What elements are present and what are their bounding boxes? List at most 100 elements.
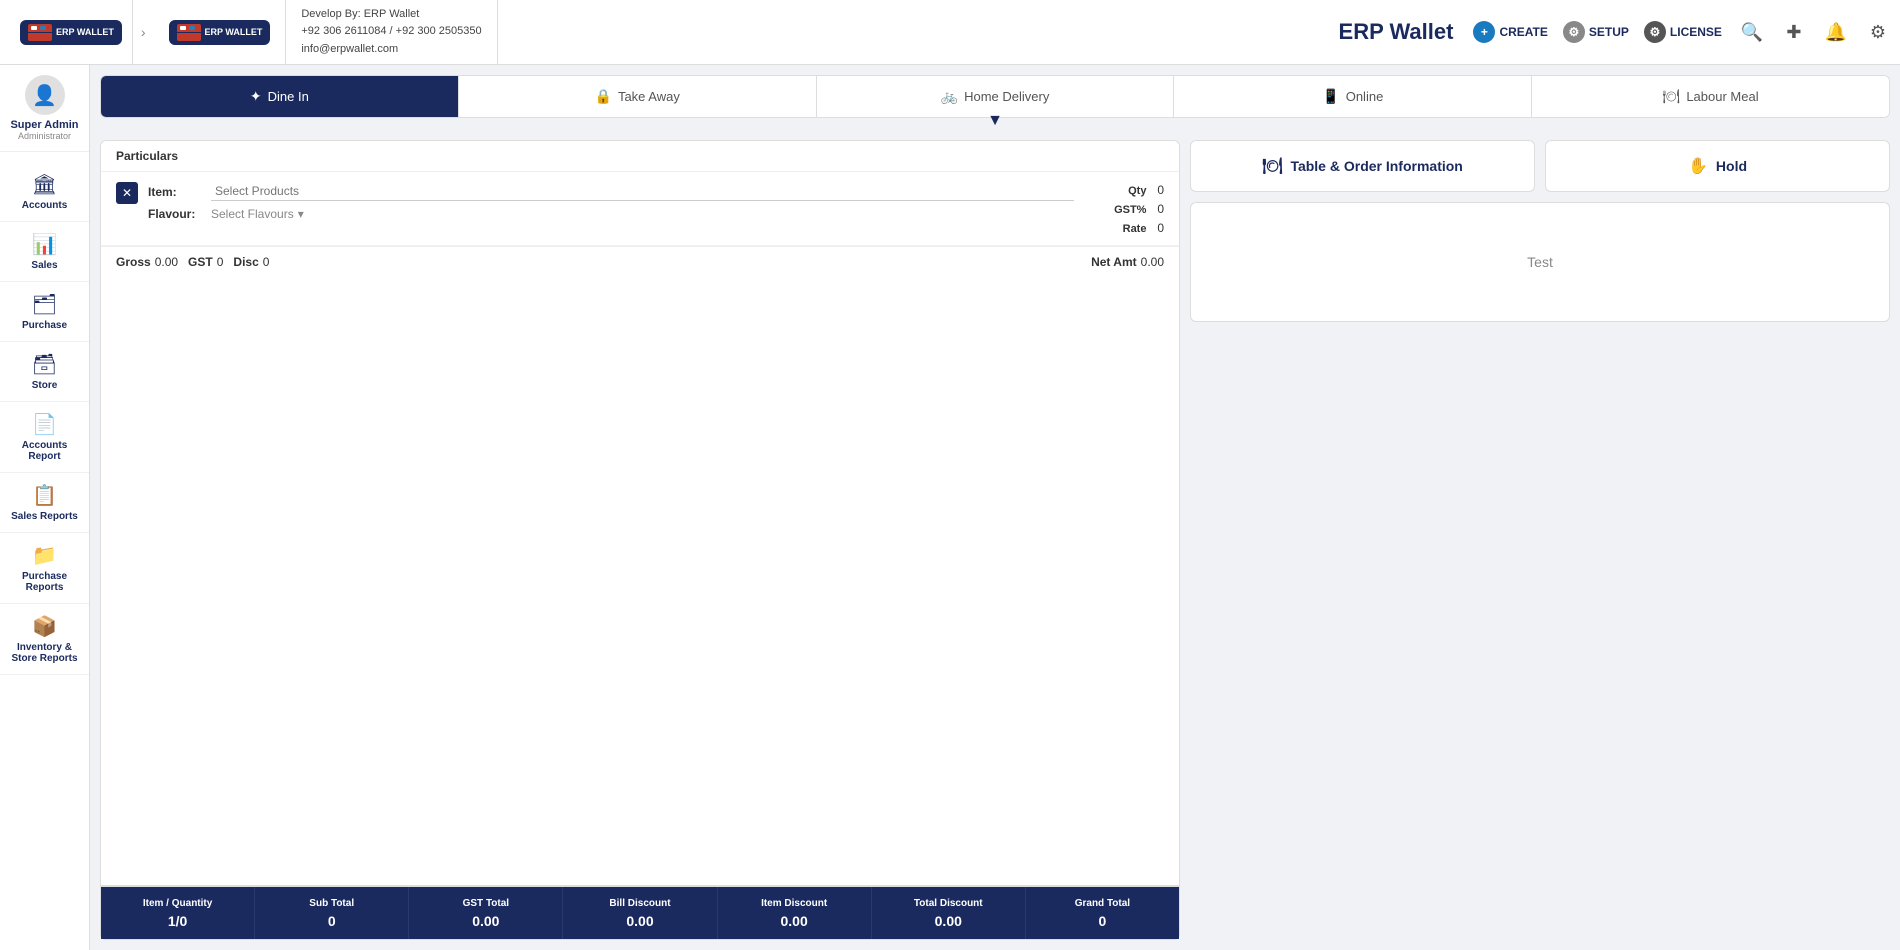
summary-item-item-discount[interactable]: Item Discount 0.00 [718, 887, 872, 939]
main-logo-box: ERP WALLET [169, 20, 271, 45]
license-button[interactable]: ⚙ LICENSE [1644, 21, 1722, 43]
tab-online[interactable]: 📱 Online [1174, 76, 1532, 117]
purchase-reports-icon: 📁 [32, 543, 57, 568]
flavour-placeholder: Select Flavours [211, 207, 294, 221]
accounts-icon: 🏛 [32, 172, 57, 197]
setup-label: SETUP [1589, 25, 1629, 39]
sidebar: 👤 Super Admin Administrator 🏛 Accounts 📊… [0, 65, 90, 950]
search-button[interactable]: 🔍 [1737, 18, 1767, 47]
flavour-label: Flavour: [148, 207, 203, 221]
summary-item-total-discount[interactable]: Total Discount 0.00 [872, 887, 1026, 939]
notification-button[interactable]: 🔔 [1820, 18, 1850, 47]
remove-item-button[interactable]: ✕ [116, 182, 138, 204]
summary-item-quantity[interactable]: Item / Quantity 1/0 [101, 887, 255, 939]
net-amt-total: Net Amt 0.00 [1091, 255, 1164, 269]
store-icon: 🗃 [32, 352, 57, 377]
tab-home-delivery[interactable]: 🚲 Home Delivery [817, 76, 1175, 117]
tab-labour-meal-label: Labour Meal [1686, 89, 1758, 104]
summary-item-total-discount-value: 0.00 [935, 913, 962, 929]
rate-label: Rate [1123, 223, 1147, 235]
summary-item-sub-total-value: 0 [328, 913, 336, 929]
sidebar-item-sales-reports[interactable]: 📋 Sales Reports [0, 473, 89, 533]
sidebar-item-label: Store [32, 380, 58, 391]
right-top-buttons: 🍽 Table & Order Information ✋ Hold [1190, 140, 1890, 192]
summary-item-quantity-label: Item / Quantity [143, 897, 212, 910]
create-label: CREATE [1499, 25, 1547, 39]
sidebar-item-label: Accounts Report [5, 440, 84, 462]
hold-label: Hold [1716, 158, 1747, 174]
username: Super Admin [10, 119, 78, 131]
sidebar-item-purchase-reports[interactable]: 📁 Purchase Reports [0, 533, 89, 604]
test-label: Test [1527, 254, 1553, 270]
sidebar-item-label: Purchase [22, 320, 67, 331]
app-logo: ERP WALLET [20, 20, 122, 45]
order-content [101, 277, 1179, 885]
summary-item-sub-total[interactable]: Sub Total 0 [255, 887, 409, 939]
labour-meal-icon: 🍽 [1663, 88, 1681, 105]
sidebar-item-accounts[interactable]: 🏛 Accounts [0, 162, 89, 222]
company-developer: Develop By: ERP Wallet [301, 6, 481, 24]
summary-item-gst-total[interactable]: GST Total 0.00 [409, 887, 563, 939]
tab-take-away[interactable]: 🔒 Take Away [459, 76, 817, 117]
sidebar-item-purchase[interactable]: 🗂 Purchase [0, 282, 89, 342]
item-input[interactable] [211, 182, 1074, 201]
summary-item-grand-total[interactable]: Grand Total 0 [1026, 887, 1179, 939]
sidebar-item-store[interactable]: 🗃 Store [0, 342, 89, 402]
item-row: ✕ Item: Flavour: Select Flavours ▾ [101, 172, 1179, 246]
flavour-field-row: Flavour: Select Flavours ▾ [148, 207, 1074, 221]
item-fields: Item: Flavour: Select Flavours ▾ [148, 182, 1074, 227]
license-label: LICENSE [1670, 25, 1722, 39]
gross-label: Gross [116, 255, 151, 269]
take-away-icon: 🔒 [595, 88, 612, 105]
company-email: info@erpwallet.com [301, 41, 481, 59]
sales-reports-icon: 📋 [32, 483, 57, 508]
disc-label: Disc [233, 255, 258, 269]
purchase-icon: 🗂 [32, 292, 57, 317]
tab-online-label: Online [1346, 89, 1384, 104]
order-panel: Particulars ✕ Item: Flavour: Select Flav… [100, 140, 1180, 940]
table-order-label: Table & Order Information [1290, 158, 1462, 174]
settings-button[interactable]: ⚙ [1866, 18, 1890, 47]
gst-value: 0 [1157, 202, 1164, 216]
sidebar-item-label: Accounts [22, 200, 68, 211]
sidebar-item-sales[interactable]: 📊 Sales [0, 222, 89, 282]
tab-dine-in-label: Dine In [268, 89, 309, 104]
add-button[interactable]: ✚ [1782, 18, 1805, 47]
hold-button[interactable]: ✋ Hold [1545, 140, 1890, 192]
setup-button[interactable]: ⚙ SETUP [1563, 21, 1629, 43]
summary-item-item-discount-label: Item Discount [761, 897, 827, 910]
tab-dine-in[interactable]: ✦ Dine In [101, 76, 459, 117]
summary-item-grand-total-label: Grand Total [1075, 897, 1130, 910]
top-header: ERP WALLET › ERP WALLET Develop By: ERP … [0, 0, 1900, 65]
item-label: Item: [148, 185, 203, 199]
header-logo-main: ERP WALLET [154, 0, 287, 64]
summary-item-sub-total-label: Sub Total [309, 897, 354, 910]
inventory-store-reports-icon: 📦 [32, 614, 57, 639]
gross-total: Gross 0.00 [116, 255, 178, 269]
hold-icon: ✋ [1688, 156, 1708, 176]
flavour-dropdown[interactable]: Select Flavours ▾ [211, 207, 304, 221]
accounts-report-icon: 📄 [32, 412, 57, 437]
right-panel: 🍽 Table & Order Information ✋ Hold Test [1190, 140, 1890, 940]
summary-item-bill-discount-label: Bill Discount [609, 897, 670, 910]
online-icon: 📱 [1322, 88, 1339, 105]
user-role: Administrator [18, 131, 71, 141]
summary-item-quantity-value: 1/0 [168, 913, 187, 929]
summary-item-bill-discount[interactable]: Bill Discount 0.00 [563, 887, 717, 939]
summary-item-item-discount-value: 0.00 [781, 913, 808, 929]
sidebar-item-label: Sales Reports [11, 511, 78, 522]
particulars-header: Particulars [101, 141, 1179, 172]
sidebar-item-inventory-store-reports[interactable]: 📦 Inventory & Store Reports [0, 604, 89, 675]
sidebar-item-label: Purchase Reports [5, 571, 84, 593]
order-tabs-container: ✦ Dine In 🔒 Take Away 🚲 Home Delivery 📱 … [100, 75, 1890, 130]
create-button[interactable]: + CREATE [1473, 21, 1547, 43]
gst-total-label: GST [188, 255, 213, 269]
sidebar-item-accounts-report[interactable]: 📄 Accounts Report [0, 402, 89, 473]
company-phones: +92 306 2611084 / +92 300 2505350 [301, 23, 481, 41]
main-logo-text: ERP WALLET [205, 27, 263, 37]
sidebar-item-label: Inventory & Store Reports [5, 642, 84, 664]
summary-item-bill-discount-value: 0.00 [626, 913, 653, 929]
sidebar-item-label: Sales [31, 260, 57, 271]
table-order-button[interactable]: 🍽 Table & Order Information [1190, 140, 1535, 192]
tab-labour-meal[interactable]: 🍽 Labour Meal [1532, 76, 1889, 117]
